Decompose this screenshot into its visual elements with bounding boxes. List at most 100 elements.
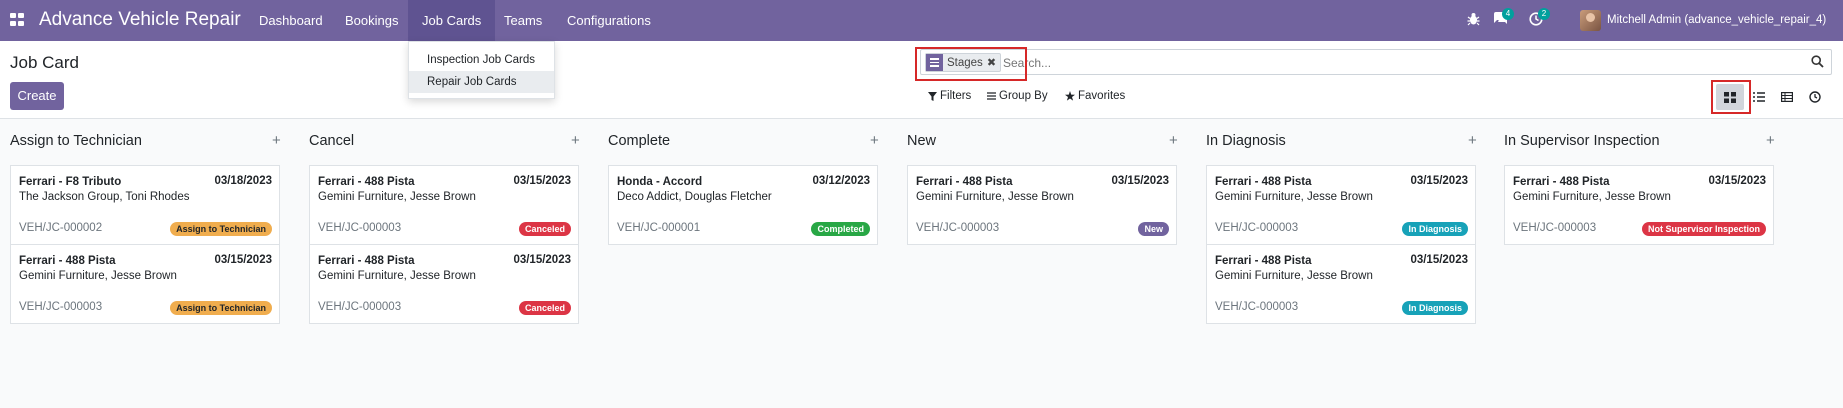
plus-icon[interactable]: + (1169, 132, 1178, 149)
menu-configurations[interactable]: Configurations (553, 0, 665, 41)
card-date: 03/15/2023 (1410, 175, 1468, 187)
status-badge: Canceled (518, 222, 571, 236)
kanban-card[interactable]: Ferrari - 488 Pista 03/15/2023 Gemini Fu… (309, 165, 579, 245)
messages-count-badge: 4 (1502, 8, 1514, 20)
avatar[interactable] (1580, 10, 1601, 31)
card-reference: VEH/JC-000003 (318, 222, 402, 234)
kanban-card[interactable]: Ferrari - 488 Pista 03/15/2023 Gemini Fu… (309, 244, 579, 324)
status-badge: Assign to Technician (170, 301, 272, 315)
status-badge: Completed (811, 222, 870, 236)
card-reference: VEH/JC-000003 (1513, 222, 1597, 234)
card-reference: VEH/JC-000003 (318, 301, 402, 313)
apps-grid-icon[interactable] (10, 13, 25, 27)
card-customer: The Jackson Group, Toni Rhodes (19, 191, 190, 203)
filters-button[interactable]: Filters (928, 90, 971, 102)
column-title: In Diagnosis (1206, 133, 1286, 149)
menu-job-cards[interactable]: Job Cards (408, 0, 496, 41)
card-title: Ferrari - 488 Pista (916, 176, 1013, 188)
filters-label: Filters (940, 90, 972, 102)
kanban-card[interactable]: Ferrari - 488 Pista 03/15/2023 Gemini Fu… (907, 165, 1177, 245)
card-date: 03/15/2023 (1111, 175, 1169, 187)
column-title: In Supervisor Inspection (1504, 133, 1660, 149)
card-customer: Gemini Furniture, Jesse Brown (1215, 191, 1373, 203)
pivot-view-button[interactable] (1773, 84, 1801, 110)
status-badge: Assign to Technician (170, 222, 272, 236)
card-reference: VEH/JC-000003 (19, 301, 103, 313)
card-customer: Gemini Furniture, Jesse Brown (1513, 191, 1671, 203)
kanban-card[interactable]: Ferrari - 488 Pista 03/15/2023 Gemini Fu… (1504, 165, 1774, 245)
card-date: 03/18/2023 (214, 175, 272, 187)
card-title: Ferrari - 488 Pista (318, 255, 415, 267)
status-badge: In Diagnosis (1402, 301, 1468, 315)
activity-view-icon (1809, 91, 1821, 103)
status-badge: In Diagnosis (1402, 222, 1468, 236)
card-date: 03/15/2023 (1708, 175, 1766, 187)
card-reference: VEH/JC-000001 (617, 222, 701, 234)
clock-icon[interactable]: 2 (1529, 8, 1550, 30)
pivot-view-icon (1781, 92, 1793, 102)
column-title: Cancel (309, 133, 355, 149)
card-date: 03/15/2023 (1410, 254, 1468, 266)
plus-icon[interactable]: + (272, 132, 281, 149)
card-date: 03/15/2023 (513, 254, 571, 266)
search-box[interactable]: Stages ✖ (920, 49, 1832, 75)
app-brand[interactable]: Advance Vehicle Repair (39, 9, 241, 31)
column-title: New (907, 133, 937, 149)
card-customer: Deco Addict, Douglas Fletcher (617, 191, 772, 203)
kanban-card[interactable]: Ferrari - 488 Pista 03/15/2023 Gemini Fu… (10, 244, 280, 324)
favorites-button[interactable]: Favorites (1065, 90, 1125, 102)
card-reference: VEH/JC-000002 (19, 222, 103, 234)
create-button[interactable]: Create (10, 82, 64, 110)
top-navbar: Advance Vehicle Repair Dashboard Booking… (0, 0, 1843, 41)
plus-icon[interactable]: + (571, 132, 580, 149)
groupby-button[interactable]: Group By (987, 90, 1048, 102)
card-title: Ferrari - 488 Pista (1215, 176, 1312, 188)
page-title: Job Card (10, 53, 79, 72)
card-title: Ferrari - 488 Pista (19, 255, 116, 267)
card-reference: VEH/JC-000003 (916, 222, 1000, 234)
card-customer: Gemini Furniture, Jesse Brown (318, 191, 476, 203)
kanban-card[interactable]: Ferrari - F8 Tributo 03/18/2023 The Jack… (10, 165, 280, 245)
menu-teams[interactable]: Teams (490, 0, 556, 41)
menu-bookings[interactable]: Bookings (331, 0, 412, 41)
menu-repair-job-cards[interactable]: Repair Job Cards (409, 71, 554, 93)
card-date: 03/15/2023 (513, 175, 571, 187)
activity-view-button[interactable] (1801, 84, 1829, 110)
search-highlight-box (915, 47, 1027, 81)
card-customer: Gemini Furniture, Jesse Brown (916, 191, 1074, 203)
kanban-card[interactable]: Ferrari - 488 Pista 03/15/2023 Gemini Fu… (1206, 165, 1476, 245)
menu-dashboard[interactable]: Dashboard (245, 0, 337, 41)
card-reference: VEH/JC-000003 (1215, 301, 1299, 313)
groupby-label: Group By (999, 90, 1048, 102)
job-cards-dropdown: Inspection Job Cards Repair Job Cards (408, 41, 555, 99)
card-customer: Gemini Furniture, Jesse Brown (318, 270, 476, 282)
plus-icon[interactable]: + (1766, 132, 1775, 149)
card-title: Ferrari - 488 Pista (1215, 255, 1312, 267)
card-reference: VEH/JC-000003 (1215, 222, 1299, 234)
card-title: Ferrari - F8 Tributo (19, 176, 122, 188)
activities-count-badge: 2 (1538, 8, 1550, 20)
kanban-card[interactable]: Honda - Accord 03/12/2023 Deco Addict, D… (608, 165, 878, 245)
funnel-icon (928, 91, 937, 101)
card-customer: Gemini Furniture, Jesse Brown (1215, 270, 1373, 282)
chat-icon[interactable]: 4 (1493, 8, 1514, 30)
status-badge: Not Supervisor Inspection (1641, 222, 1766, 236)
card-title: Ferrari - 488 Pista (318, 176, 415, 188)
plus-icon[interactable]: + (870, 132, 879, 149)
kanban-card[interactable]: Ferrari - 488 Pista 03/15/2023 Gemini Fu… (1206, 244, 1476, 324)
status-badge: Canceled (518, 301, 571, 315)
list-icon (987, 92, 996, 100)
card-date: 03/12/2023 (812, 175, 870, 187)
card-title: Honda - Accord (617, 176, 703, 188)
bug-icon[interactable] (1467, 12, 1480, 30)
list-view-icon (1753, 92, 1765, 102)
star-icon (1065, 91, 1075, 101)
kanban-highlight-box (1711, 80, 1751, 114)
menu-inspection-job-cards[interactable]: Inspection Job Cards (409, 49, 554, 71)
search-icon[interactable] (1811, 55, 1825, 69)
user-menu[interactable]: Mitchell Admin (advance_vehicle_repair_4… (1607, 14, 1826, 26)
search-input[interactable] (1003, 54, 1793, 72)
plus-icon[interactable]: + (1468, 132, 1477, 149)
card-title: Ferrari - 488 Pista (1513, 176, 1610, 188)
column-title: Complete (608, 133, 671, 149)
